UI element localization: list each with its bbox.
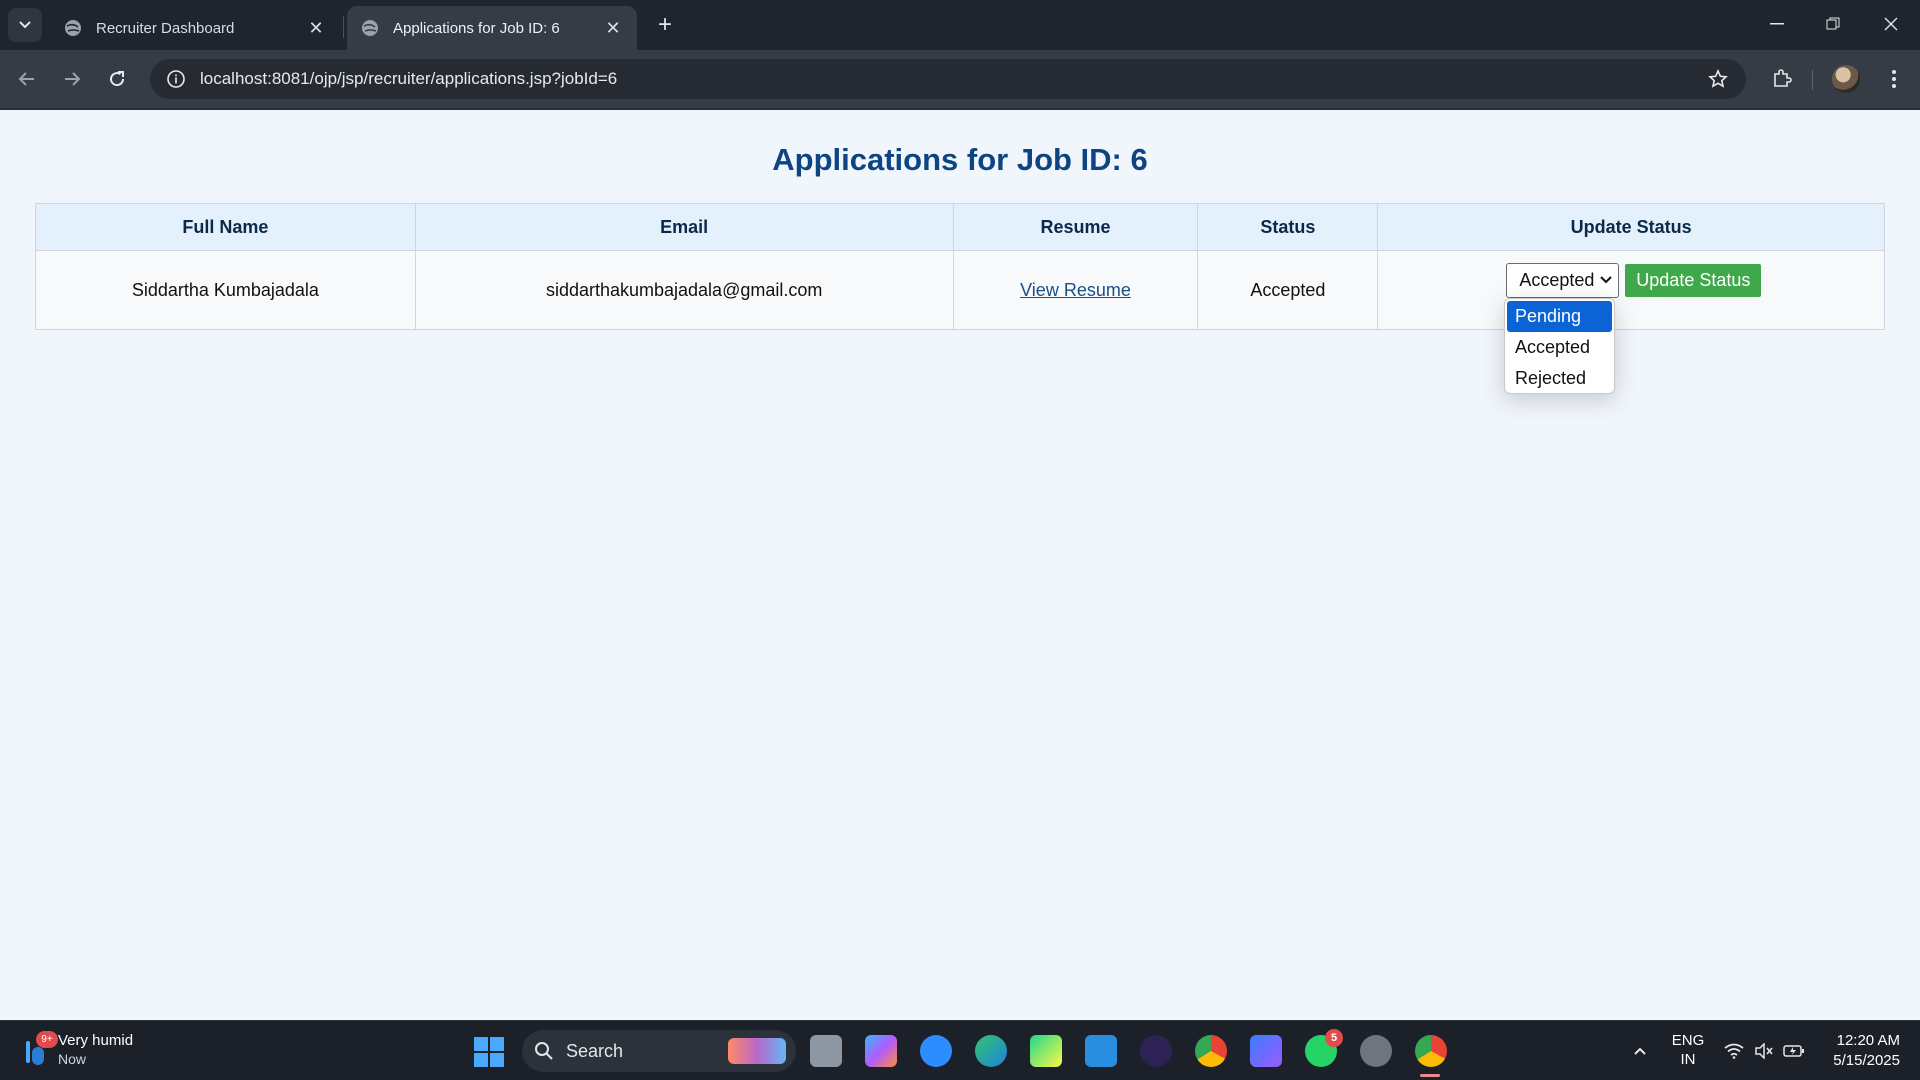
taskbar-search[interactable]: Search bbox=[522, 1030, 796, 1072]
whatsapp-icon[interactable]: 5 bbox=[1305, 1029, 1343, 1067]
cell-resume: View Resume bbox=[952, 250, 1199, 330]
tab-applications[interactable]: Applications for Job ID: 6 ✕ bbox=[347, 6, 637, 50]
region-code: IN bbox=[1680, 1051, 1696, 1068]
chrome-icon[interactable] bbox=[1195, 1035, 1227, 1067]
reload-icon bbox=[110, 71, 125, 87]
page-title: Applications for Job ID: 6 bbox=[772, 142, 1148, 177]
copilot-icon[interactable] bbox=[865, 1035, 897, 1067]
close-window-button[interactable] bbox=[1866, 6, 1916, 42]
arrow-left-icon bbox=[18, 72, 34, 86]
forward-button[interactable] bbox=[54, 61, 90, 97]
bookmark-star-icon[interactable] bbox=[1706, 67, 1730, 91]
status-dropdown-list: Pending Accepted Rejected bbox=[1504, 298, 1615, 394]
edge-icon[interactable] bbox=[975, 1035, 1007, 1067]
volume-muted-icon[interactable] bbox=[1748, 1035, 1780, 1067]
search-highlight-image bbox=[728, 1038, 786, 1064]
column-header-status: Status bbox=[1197, 203, 1379, 251]
vscode-icon[interactable] bbox=[1085, 1035, 1117, 1067]
cell-update-status: Accepted Update Status bbox=[1377, 250, 1885, 330]
zoom-icon[interactable] bbox=[920, 1035, 952, 1067]
restore-icon bbox=[1826, 17, 1840, 30]
browser-tab-strip: Recruiter Dashboard ✕ Applications for J… bbox=[0, 0, 1920, 50]
status-select-value: Accepted bbox=[1519, 270, 1595, 290]
restore-button[interactable] bbox=[1808, 6, 1858, 42]
weather-badge: 9+ bbox=[36, 1031, 58, 1048]
minimize-icon bbox=[1770, 23, 1784, 25]
clock-time: 12:20 AM bbox=[1836, 1032, 1900, 1049]
cell-full-name: Siddartha Kumbajadala bbox=[35, 250, 416, 330]
browser-menu-button[interactable] bbox=[1878, 63, 1910, 95]
clock-date: 5/15/2025 bbox=[1833, 1052, 1900, 1069]
dropdown-option-rejected[interactable]: Rejected bbox=[1505, 363, 1614, 394]
table-header-row: Full Name Email Resume Status Update Sta… bbox=[35, 203, 1885, 251]
wifi-icon[interactable] bbox=[1718, 1035, 1750, 1067]
view-resume-link[interactable]: View Resume bbox=[1020, 280, 1131, 300]
site-info-icon[interactable] bbox=[156, 59, 196, 99]
extensions-button[interactable] bbox=[1766, 63, 1798, 95]
eclipse-icon[interactable] bbox=[1140, 1035, 1172, 1067]
search-icon bbox=[535, 1042, 553, 1060]
more-vertical-icon bbox=[1892, 70, 1896, 88]
chrome-profile-icon[interactable] bbox=[1415, 1035, 1447, 1067]
column-header-full-name: Full Name bbox=[35, 203, 416, 251]
search-label: Search bbox=[566, 1040, 624, 1061]
close-icon[interactable]: ✕ bbox=[306, 18, 326, 38]
puzzle-icon bbox=[1774, 69, 1792, 87]
new-tab-button[interactable]: + bbox=[650, 10, 680, 40]
toolbar-divider bbox=[1812, 70, 1813, 90]
column-header-resume: Resume bbox=[952, 203, 1199, 251]
weather-subtitle: Now bbox=[58, 1051, 87, 1067]
settings-gear-icon[interactable] bbox=[1360, 1035, 1392, 1067]
show-hidden-icons-button[interactable] bbox=[1624, 1035, 1656, 1067]
chevron-up-icon bbox=[1634, 1047, 1646, 1055]
active-app-indicator bbox=[1420, 1074, 1440, 1077]
profile-button[interactable] bbox=[1830, 63, 1862, 95]
tab-divider bbox=[343, 16, 344, 38]
tab-title: Recruiter Dashboard bbox=[96, 19, 235, 37]
column-header-update-status: Update Status bbox=[1377, 203, 1885, 251]
battery-icon[interactable] bbox=[1778, 1035, 1810, 1067]
windows-taskbar: 9+ Very humid Now Search 5 ENG IN 12:20 … bbox=[0, 1020, 1920, 1080]
cell-email: siddarthakumbajadala@gmail.com bbox=[414, 250, 954, 330]
whatsapp-badge: 5 bbox=[1325, 1029, 1343, 1047]
pycharm-icon[interactable] bbox=[1030, 1035, 1062, 1067]
tab-search-button[interactable] bbox=[8, 8, 42, 42]
system-clock[interactable]: 12:20 AM 5/15/2025 bbox=[1820, 1031, 1900, 1071]
windows-logo-icon bbox=[474, 1037, 488, 1051]
close-icon[interactable]: ✕ bbox=[603, 18, 623, 38]
dropdown-option-accepted[interactable]: Accepted bbox=[1505, 332, 1614, 363]
close-icon bbox=[1884, 17, 1898, 31]
tab-recruiter-dashboard[interactable]: Recruiter Dashboard ✕ bbox=[50, 6, 340, 50]
weather-icon: 9+ bbox=[22, 1031, 58, 1067]
page-content: Applications for Job ID: 6 Full Name Ema… bbox=[0, 110, 1920, 1020]
minimize-button[interactable] bbox=[1752, 6, 1802, 42]
address-bar[interactable]: localhost:8081/ojp/jsp/recruiter/applica… bbox=[150, 59, 1746, 99]
cell-status: Accepted bbox=[1197, 250, 1379, 330]
globe-icon bbox=[361, 19, 379, 37]
column-header-email: Email bbox=[414, 203, 954, 251]
address-url: localhost:8081/ojp/jsp/recruiter/applica… bbox=[200, 69, 618, 88]
plus-icon: + bbox=[657, 11, 672, 38]
status-select[interactable]: Accepted bbox=[1506, 263, 1620, 298]
task-view-icon[interactable] bbox=[810, 1035, 842, 1067]
arrow-right-icon bbox=[65, 72, 81, 86]
language-indicator[interactable]: ENG IN bbox=[1668, 1031, 1708, 1069]
browser-toolbar: localhost:8081/ojp/jsp/recruiter/applica… bbox=[0, 50, 1920, 108]
weather-widget[interactable]: 9+ Very humid Now bbox=[22, 1031, 133, 1069]
language-code: ENG bbox=[1671, 1032, 1705, 1049]
back-button[interactable] bbox=[9, 61, 45, 97]
weather-title: Very humid bbox=[58, 1032, 134, 1049]
update-status-button[interactable]: Update Status bbox=[1625, 264, 1762, 297]
chevron-down-icon bbox=[19, 21, 31, 29]
weather-text: Very humid Now bbox=[58, 1031, 133, 1069]
chevron-down-icon bbox=[1600, 273, 1613, 287]
dropdown-option-pending[interactable]: Pending bbox=[1507, 301, 1612, 332]
tab-title: Applications for Job ID: 6 bbox=[393, 19, 560, 37]
start-button[interactable] bbox=[474, 1037, 504, 1067]
reload-button[interactable] bbox=[99, 61, 135, 97]
app-icon[interactable] bbox=[1250, 1035, 1282, 1067]
avatar bbox=[1832, 65, 1860, 93]
globe-icon bbox=[64, 19, 82, 37]
